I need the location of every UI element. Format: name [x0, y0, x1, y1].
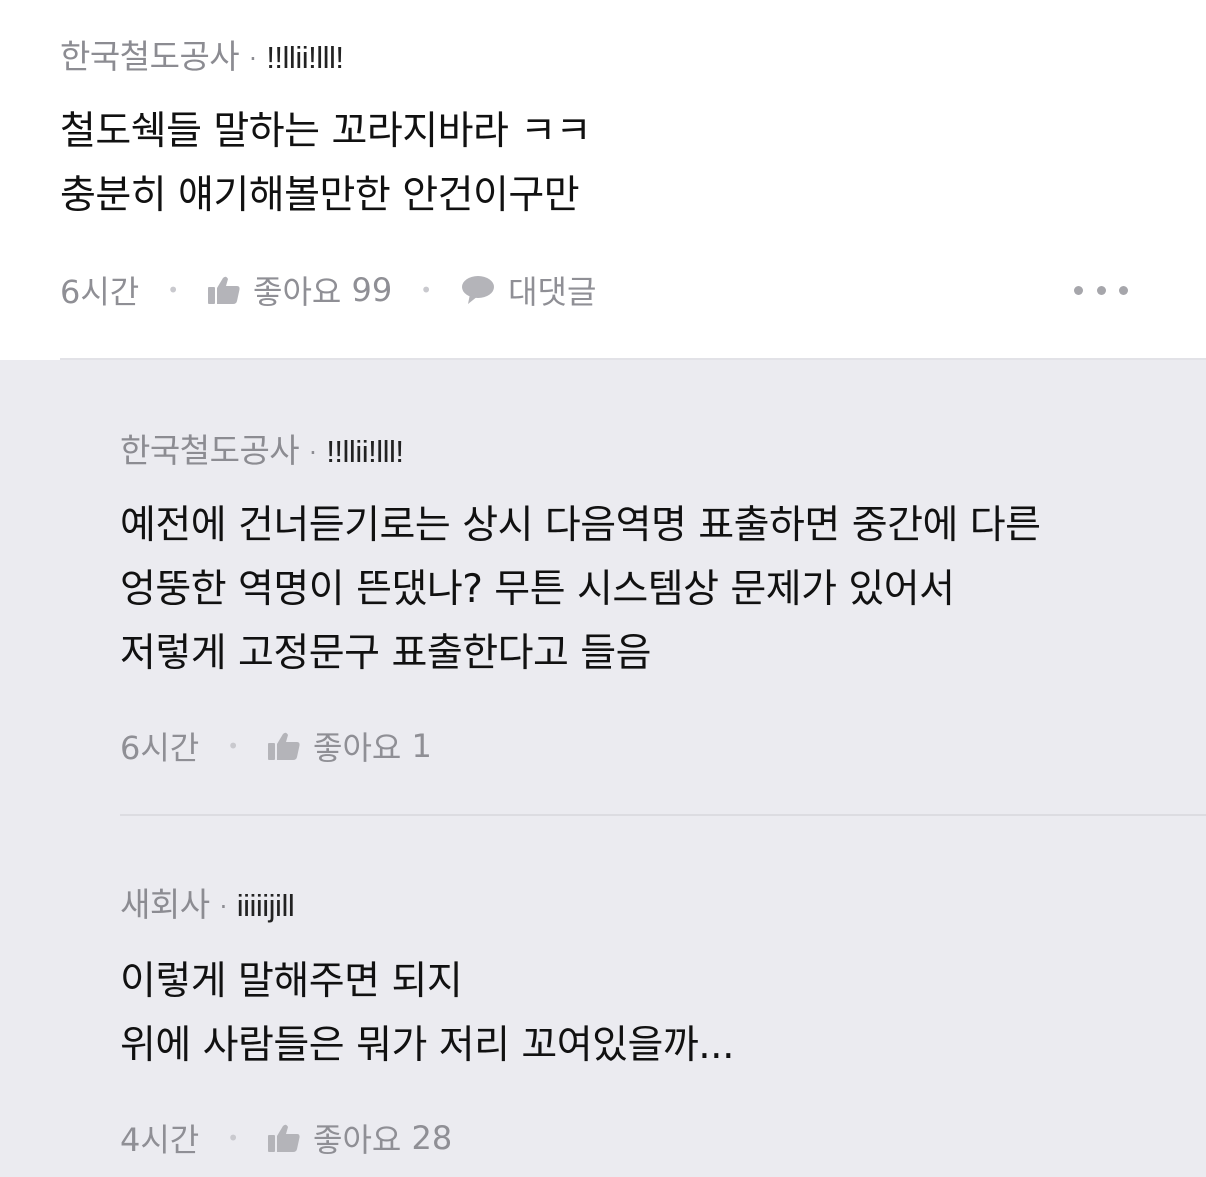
reply-header: 한국철도공사 · !!llii!lll!: [120, 424, 404, 472]
comment-body: 철도쉑들 말하는 꼬라지바라 ㅋㅋ 충분히 얘기해볼만한 안건이구만: [60, 100, 592, 228]
header-separator: ·: [219, 892, 228, 921]
reply-body: 예전에 건너듣기로는 상시 다음역명 표출하면 중간에 다른 엉뚱한 역명이 뜬…: [120, 494, 1041, 686]
like-button[interactable]: 좋아요 99: [207, 267, 392, 313]
action-separator: •: [420, 278, 433, 302]
author-id: !!llii!lll!: [326, 434, 404, 469]
like-label: 좋아요: [313, 1121, 402, 1159]
like-button[interactable]: 좋아요 28: [267, 1115, 452, 1161]
comment-actions: 6시간 • 좋아요 99 • 대댓글: [60, 268, 596, 312]
reply-header: 새회사 · iiiiijill: [120, 878, 295, 926]
reply-body: 이렇게 말해주면 되지 위에 사람들은 뭐가 저리 꼬여있을까...: [120, 950, 734, 1078]
header-separator: ·: [249, 44, 257, 73]
reply-line: 저렇게 고정문구 표출한다고 들음: [120, 631, 652, 676]
speech-bubble-icon: [460, 275, 496, 305]
reply-label: 대댓글: [508, 273, 597, 311]
action-separator: •: [167, 278, 180, 302]
like-count: 99: [351, 271, 393, 309]
comment-line: 철도쉑들 말하는 꼬라지바라 ㅋㅋ: [60, 109, 592, 154]
author-nickname[interactable]: 한국철도공사: [60, 37, 240, 76]
action-separator: •: [227, 1126, 240, 1150]
author-id: iiiiijill: [236, 888, 295, 923]
author-nickname[interactable]: 새회사: [120, 885, 210, 924]
reply-time: 4시간: [120, 1121, 200, 1159]
reply-line: 위에 사람들은 뭐가 저리 꼬여있을까...: [120, 1023, 734, 1068]
author-nickname[interactable]: 한국철도공사: [120, 431, 300, 470]
comment-header: 한국철도공사 · !!llii!lll!: [60, 30, 344, 78]
comment-line: 충분히 얘기해볼만한 안건이구만: [60, 173, 580, 218]
reply-button[interactable]: 대댓글: [460, 267, 596, 313]
header-separator: ·: [309, 438, 317, 467]
like-label: 좋아요: [313, 729, 402, 767]
comment: 한국철도공사 · !!llii!lll! 철도쉑들 말하는 꼬라지바라 ㅋㅋ 충분히…: [0, 0, 1206, 360]
divider: [120, 814, 1206, 816]
reply-actions: 4시간 • 좋아요 28: [120, 1116, 452, 1160]
more-dots-icon[interactable]: [1074, 278, 1128, 302]
thumbs-up-icon: [207, 275, 241, 305]
like-button[interactable]: 좋아요 1: [267, 723, 432, 769]
thumbs-up-icon: [267, 1123, 301, 1153]
action-separator: •: [227, 734, 240, 758]
comment-time: 6시간: [60, 273, 140, 311]
like-count: 1: [411, 727, 432, 765]
reply-time: 6시간: [120, 729, 200, 767]
reply-line: 예전에 건너듣기로는 상시 다음역명 표출하면 중간에 다른: [120, 503, 1041, 548]
author-id: !!llii!lll!: [266, 40, 344, 75]
reply-line: 이렇게 말해주면 되지: [120, 959, 463, 1004]
like-count: 28: [411, 1119, 453, 1157]
thumbs-up-icon: [267, 731, 301, 761]
reply-actions: 6시간 • 좋아요 1: [120, 724, 432, 768]
like-label: 좋아요: [253, 273, 342, 311]
reply-line: 엉뚱한 역명이 뜬댔나? 무튼 시스템상 문제가 있어서: [120, 567, 955, 612]
